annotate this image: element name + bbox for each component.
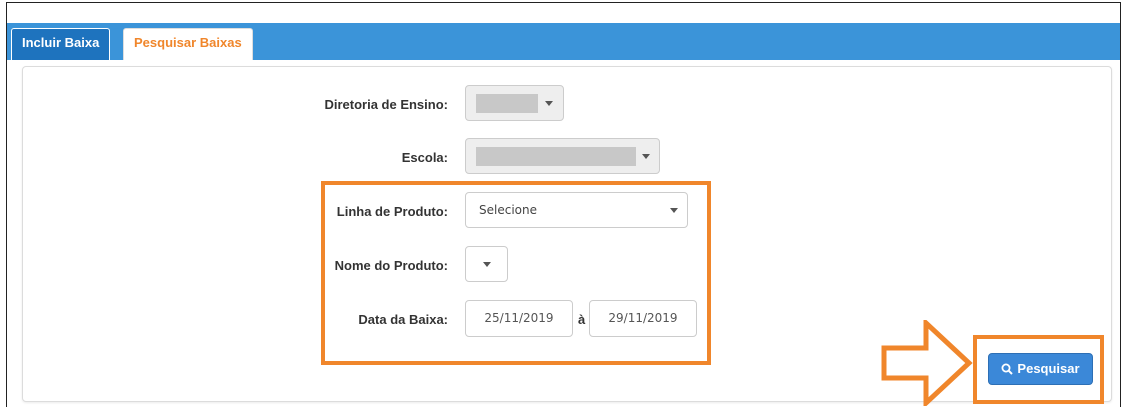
- escola-select[interactable]: [465, 138, 660, 174]
- tab-pesquisar-baixas[interactable]: Pesquisar Baixas: [123, 28, 253, 60]
- tab-incluir-baixa[interactable]: Incluir Baixa: [11, 28, 111, 60]
- search-button-label: Pesquisar: [1017, 361, 1080, 376]
- escola-label: Escola:: [401, 150, 448, 165]
- redacted-value: [476, 147, 636, 166]
- arrow-right-icon: [881, 320, 973, 406]
- search-button[interactable]: Pesquisar: [988, 353, 1093, 385]
- highlight-box-product-fields: [321, 181, 711, 365]
- redacted-value: [476, 94, 538, 113]
- search-icon: [1001, 363, 1014, 375]
- diretoria-label: Diretoria de Ensino:: [324, 97, 448, 112]
- diretoria-select[interactable]: [465, 85, 564, 121]
- chevron-down-icon: [642, 154, 650, 159]
- chevron-down-icon: [545, 101, 553, 106]
- tab-bar: Incluir Baixa Pesquisar Baixas: [7, 23, 1120, 60]
